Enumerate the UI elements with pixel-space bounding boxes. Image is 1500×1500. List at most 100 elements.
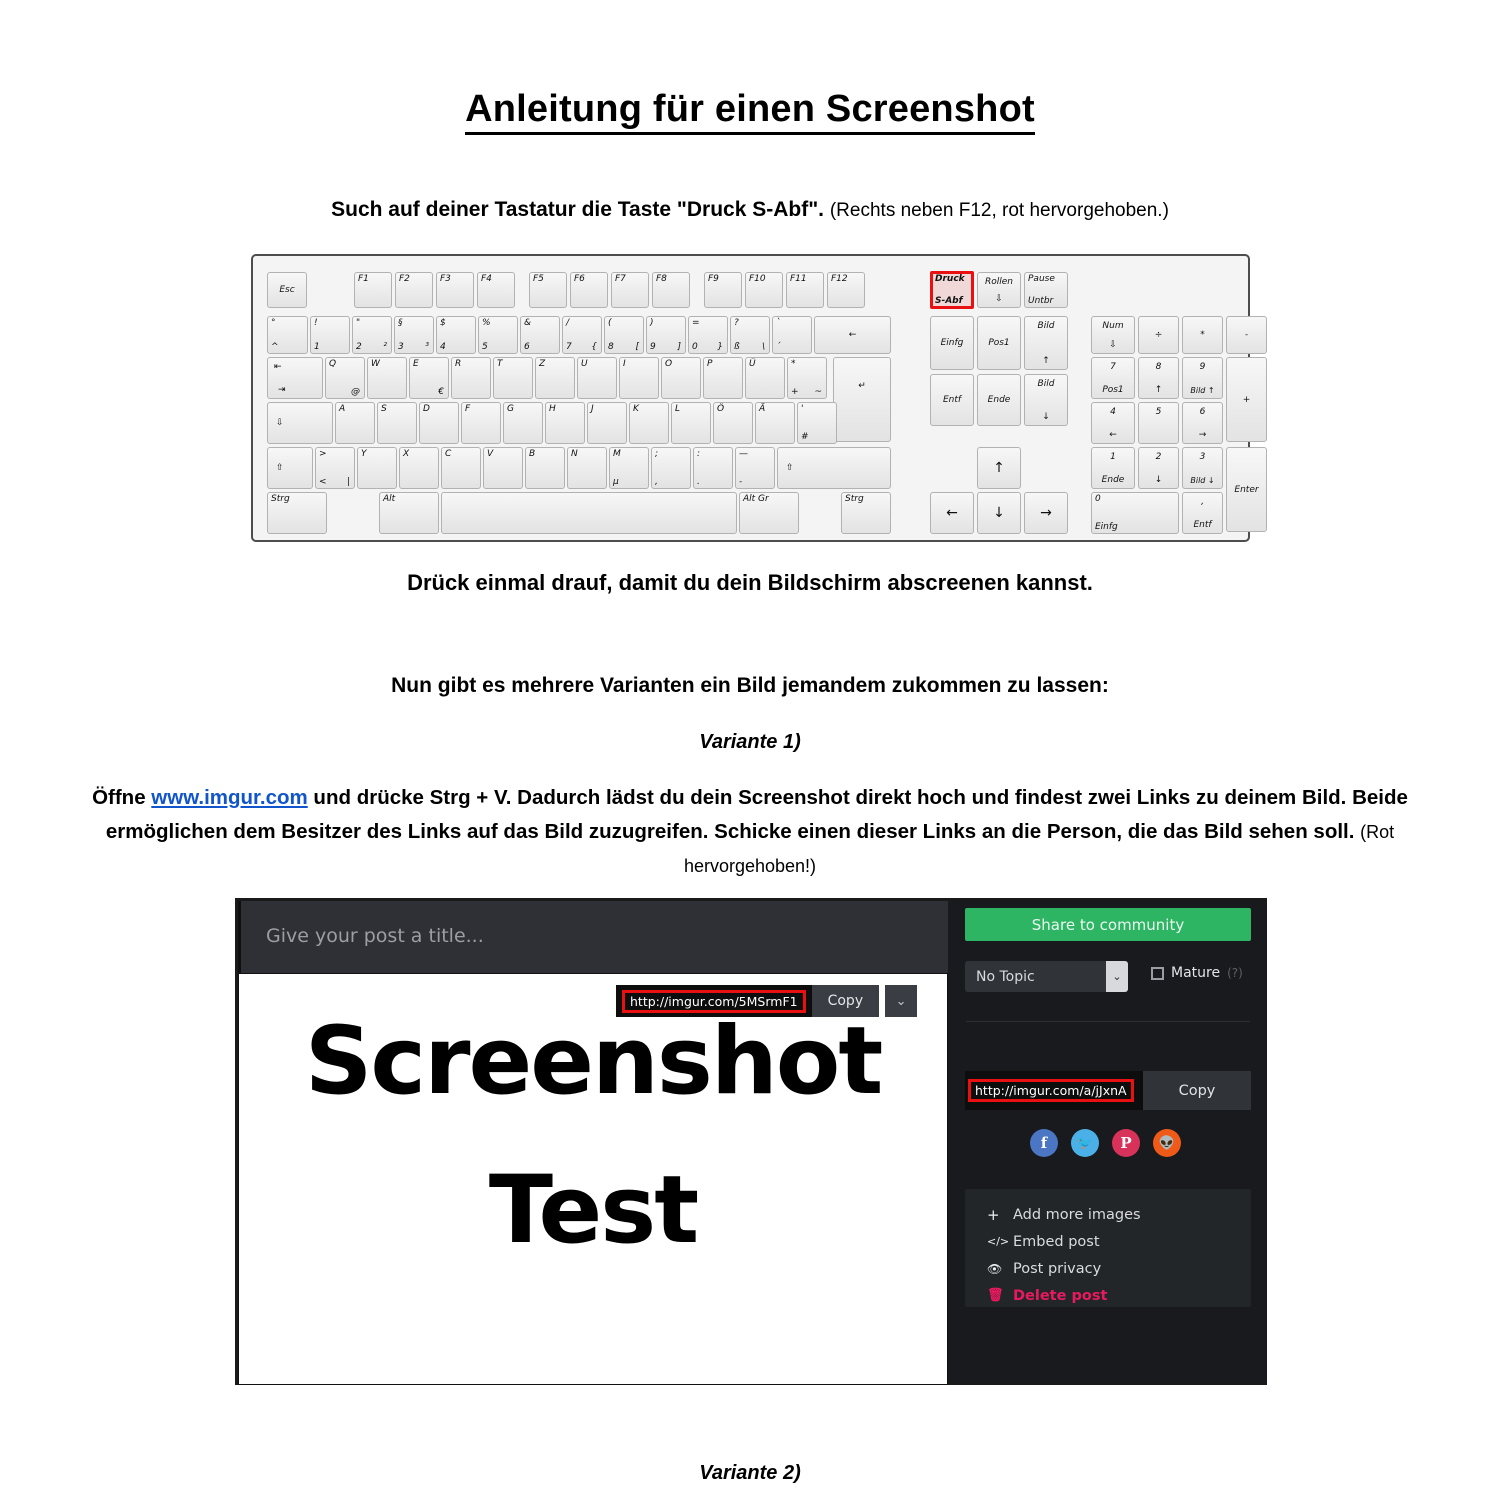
key-capslock: ⇩ <box>267 402 333 444</box>
key-scroll-lock: Rollen ⇩ <box>977 272 1021 308</box>
key-numlock-label: Num <box>1102 321 1124 331</box>
key-plus-alt: ~ <box>814 387 822 397</box>
album-copy-button[interactable]: Copy <box>1143 1071 1251 1110</box>
shift-right-arrow-icon: ⇧ <box>786 463 794 473</box>
key-6-top: & <box>524 318 532 328</box>
key-plus: * + ~ <box>787 357 827 399</box>
add-more-images-action[interactable]: + Add more images <box>965 1201 1251 1228</box>
key-m-alt: µ <box>613 477 619 487</box>
key-numpad-enter: Enter <box>1226 447 1267 532</box>
direct-link-toolbar: http://imgur.com/5MSrmF1 Copy ⌄ <box>616 985 918 1017</box>
key-accent-top: ` <box>776 318 781 328</box>
key-shift-right: ⇧ <box>777 447 891 489</box>
key-l-label: L <box>675 404 681 414</box>
variant1-heading: Variante 1) <box>699 731 801 753</box>
reddit-icon[interactable]: 👽 <box>1153 1129 1181 1157</box>
key-f: F <box>461 402 501 444</box>
post-title-input[interactable]: Give your post a title... <box>266 925 484 947</box>
key-f7: F7 <box>611 272 649 308</box>
key-w: W <box>367 357 407 399</box>
key-0: = 0 } <box>688 316 728 354</box>
shift-left-arrow-icon: ⇧ <box>276 463 284 473</box>
post-title-bar: Give your post a title... <box>238 901 951 973</box>
key-numpad-0-bottom: Einfg <box>1095 522 1118 532</box>
variant1-text-a: Öffne <box>92 786 152 809</box>
numlock-arrow-icon: ⇩ <box>1109 340 1117 350</box>
direct-link-chevron-down-icon[interactable]: ⌄ <box>885 985 918 1017</box>
key-9-alt: ] <box>677 342 681 352</box>
key-alt-gr-label: Alt Gr <box>743 494 769 504</box>
mature-help-icon[interactable]: (?) <box>1227 966 1243 980</box>
twitter-icon[interactable]: 🐦 <box>1071 1129 1099 1157</box>
key-numpad-0-top: 0 <box>1095 494 1101 504</box>
arrow-left-icon: ← <box>946 505 958 521</box>
step1-note-text: (Rechts neben F12, rot hervorgehoben.) <box>829 200 1169 221</box>
key-numpad-decimal-bottom: Entf <box>1193 520 1212 530</box>
key-6-bottom: 6 <box>524 342 530 352</box>
key-minus-top: — <box>739 449 748 459</box>
plus-icon: + <box>987 1205 1000 1224</box>
direct-link-field[interactable]: http://imgur.com/5MSrmF1 <box>616 985 812 1017</box>
key-eszett: ? ß \ <box>730 316 770 354</box>
key-scroll-lock-label: Rollen <box>984 277 1013 287</box>
key-period-top: : <box>697 449 701 459</box>
key-less-greater-bottom: < <box>319 477 327 487</box>
key-numpad-2-arrow-icon: ↓ <box>1154 475 1163 485</box>
key-numpad-divide-label: ÷ <box>1154 330 1163 340</box>
key-f12-label: F12 <box>831 274 848 284</box>
key-numpad-8: 8 ↑ <box>1138 357 1179 399</box>
album-link-field[interactable]: http://imgur.com/a/jJxnA <box>965 1071 1143 1110</box>
key-0-bottom: 0 <box>692 342 698 352</box>
key-f4: F4 <box>477 272 515 308</box>
key-f10: F10 <box>745 272 783 308</box>
key-d: D <box>419 402 459 444</box>
uploaded-image[interactable]: Screenshot Test <box>238 973 948 1385</box>
post-privacy-action[interactable]: 👁 Post privacy <box>965 1255 1251 1282</box>
share-to-community-button[interactable]: Share to community <box>965 908 1251 941</box>
key-circumflex: ° ^ <box>267 316 308 354</box>
delete-post-action[interactable]: 🗑 Delete post <box>965 1282 1251 1309</box>
key-7-bottom: 7 <box>566 342 572 352</box>
key-f8-label: F8 <box>656 274 667 284</box>
capslock-arrow-icon: ⇩ <box>276 418 284 428</box>
imgur-sidebar: Share to community No Topic ⌄ Mature (?)… <box>948 901 1267 1382</box>
key-numpad-minus-label: - <box>1244 330 1249 340</box>
direct-link-copy-button[interactable]: Copy <box>811 985 880 1017</box>
topic-select[interactable]: No Topic ⌄ <box>965 961 1128 992</box>
page-up-arrow-icon: ↑ <box>1042 356 1050 366</box>
key-pause-label-top: Pause <box>1028 274 1055 284</box>
key-less-greater-alt: | <box>346 477 350 487</box>
key-1-bottom: 1 <box>314 342 320 352</box>
key-8: ( 8 [ <box>604 316 644 354</box>
key-numpad-enter-label: Enter <box>1234 484 1259 495</box>
key-numpad-multiply: * <box>1182 316 1223 354</box>
key-t: T <box>493 357 533 399</box>
key-hash-bottom: # <box>801 432 809 442</box>
key-8-bottom: 8 <box>608 342 614 352</box>
imgur-link[interactable]: www.imgur.com <box>151 786 307 809</box>
key-f9: F9 <box>704 272 742 308</box>
key-esc-label: Esc <box>279 285 295 295</box>
key-space <box>441 492 737 534</box>
key-4: $ 4 <box>436 316 476 354</box>
key-y: Y <box>357 447 397 489</box>
key-2-top: " <box>356 318 361 328</box>
key-arrow-down: ↓ <box>977 492 1021 534</box>
key-numpad-multiply-label: * <box>1200 330 1205 340</box>
topic-select-value: No Topic <box>976 968 1035 985</box>
facebook-icon[interactable]: f <box>1030 1129 1058 1157</box>
mature-checkbox[interactable] <box>1151 966 1164 980</box>
embed-post-action[interactable]: </> Embed post <box>965 1228 1251 1255</box>
key-circumflex-top: ° <box>271 318 276 328</box>
pinterest-icon[interactable]: P <box>1112 1129 1140 1157</box>
key-z-label: Z <box>539 359 546 369</box>
post-privacy-label: Post privacy <box>1013 1260 1102 1277</box>
key-print-screen-label-top: Druck <box>935 274 965 284</box>
key-tab: ⇤ ⇥ <box>267 357 323 399</box>
key-numpad-8-arrow-icon: ↑ <box>1154 385 1163 395</box>
key-f6-label: F6 <box>574 274 585 284</box>
key-g-label: G <box>507 404 514 414</box>
mature-checkbox-row[interactable]: Mature (?) <box>1151 965 1243 981</box>
key-a: A <box>335 402 375 444</box>
key-6: & 6 <box>520 316 560 354</box>
